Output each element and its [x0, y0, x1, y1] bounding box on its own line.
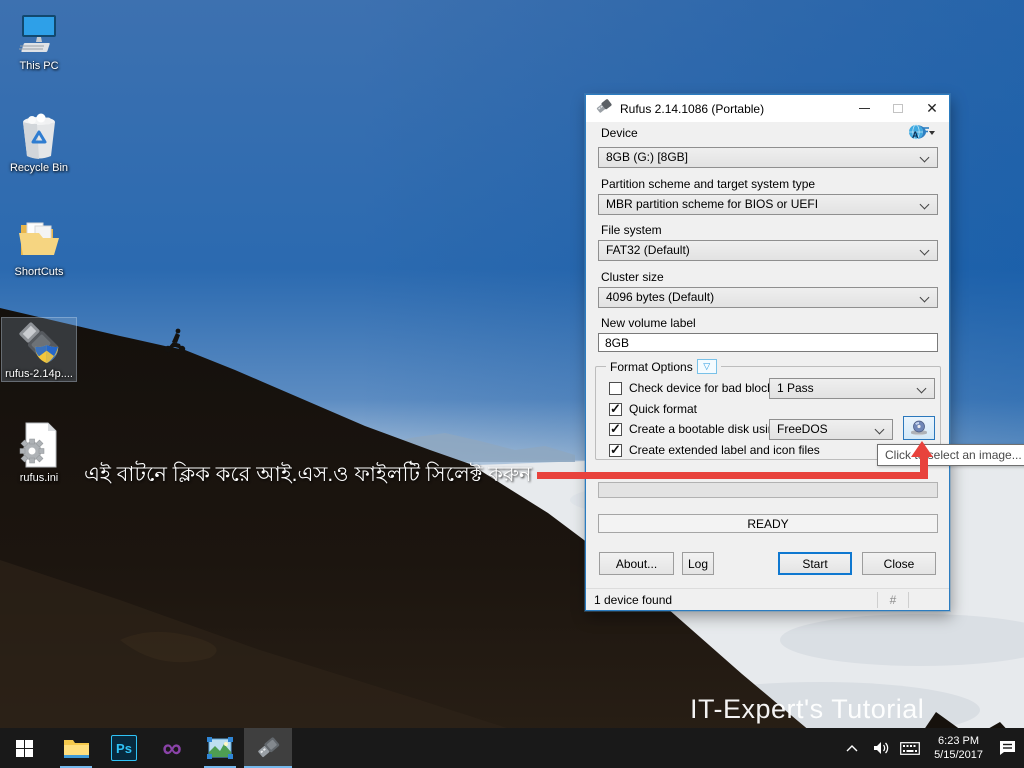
extended-label-row[interactable]: Create extended label and icon files [609, 443, 820, 457]
usb-drive-icon [15, 318, 63, 366]
status-message: 1 device found [586, 593, 877, 607]
partition-label: Partition scheme and target system type [601, 177, 815, 191]
volume-icon[interactable] [870, 728, 892, 768]
watermark-text: IT-Expert's Tutorial [690, 694, 924, 725]
desktop-icon-shortcuts[interactable]: ShortCuts [2, 216, 76, 279]
annotation-arrow-line [537, 472, 928, 479]
close-button[interactable]: Close [862, 552, 936, 575]
photoshop-icon: Ps [111, 735, 137, 761]
uac-shield-icon [35, 345, 58, 363]
quick-format-checkbox[interactable] [609, 403, 622, 416]
start-button[interactable]: Start [778, 552, 852, 575]
bootable-checkbox[interactable] [609, 423, 622, 436]
quick-format-row[interactable]: Quick format [609, 402, 697, 416]
file-explorer-icon [63, 736, 90, 760]
passes-select[interactable]: 1 Pass [769, 378, 935, 399]
tooltip: Click to select an image... [877, 444, 1024, 466]
tray-chevron-up-icon[interactable] [841, 728, 863, 768]
progress-bar [598, 482, 938, 498]
desktop-icon-label: rufus.ini [20, 472, 59, 485]
close-window-button[interactable]: ✕ [915, 95, 949, 122]
clock-date: 5/15/2017 [934, 748, 983, 762]
annotation-arrow-head [911, 441, 933, 457]
taskbar-photo-viewer[interactable] [196, 728, 244, 768]
extended-label-checkbox[interactable] [609, 444, 622, 457]
cluster-label: Cluster size [601, 270, 664, 284]
desktop-icon-label: This PC [19, 60, 58, 73]
recycle-bin-icon [15, 112, 63, 160]
windows-logo-icon [16, 740, 33, 757]
titlebar[interactable]: Rufus 2.14.1086 (Portable) ✕ [586, 95, 949, 122]
bootable-type-select[interactable]: FreeDOS [769, 419, 893, 440]
visual-studio-icon: ∞ [162, 735, 181, 761]
folder-icon [15, 216, 63, 264]
maximize-button[interactable] [881, 95, 915, 122]
taskbar-visual-studio[interactable]: ∞ [148, 728, 196, 768]
minimize-button[interactable] [847, 95, 881, 122]
language-icon[interactable]: A [907, 124, 935, 146]
collapse-triangle-icon[interactable]: ▽ [697, 359, 717, 374]
photo-viewer-icon [206, 736, 234, 760]
log-button[interactable]: Log [682, 552, 714, 575]
cluster-select[interactable]: 4096 bytes (Default) [598, 287, 938, 308]
taskbar: Ps ∞ [0, 728, 1024, 768]
desktop-screen: This PC Recycle Bin ShortCuts [0, 0, 1024, 768]
filesystem-label: File system [601, 223, 662, 237]
status-ready-bar: READY [598, 514, 938, 533]
filesystem-select[interactable]: FAT32 (Default) [598, 240, 938, 261]
volume-label-input[interactable] [598, 333, 938, 352]
rufus-taskbar-icon [255, 735, 281, 761]
bad-blocks-row[interactable]: Check device for bad blocks [609, 381, 779, 395]
volume-label: New volume label [601, 316, 696, 330]
optical-disk-icon [909, 420, 929, 436]
bootable-row[interactable]: Create a bootable disk using [609, 422, 781, 436]
desktop-icon-rufus-exe[interactable]: rufus-2.14p.... [2, 318, 76, 381]
desktop-icon-label: ShortCuts [15, 266, 64, 279]
rufus-app-icon [595, 99, 612, 119]
statusbar: 1 device found # [586, 588, 949, 610]
taskbar-rufus[interactable] [244, 728, 292, 768]
touch-keyboard-icon[interactable] [899, 728, 921, 768]
status-hash: # [878, 593, 908, 607]
settings-file-icon [15, 422, 63, 470]
taskbar-file-explorer[interactable] [52, 728, 100, 768]
format-options-legend[interactable]: Format Options ▽ [606, 359, 721, 374]
system-tray: 6:23 PM 5/15/2017 [841, 728, 1024, 768]
desktop-icon-label: rufus-2.14p.... [5, 368, 73, 381]
action-center-icon[interactable] [996, 728, 1018, 768]
select-image-button[interactable] [903, 416, 935, 440]
taskbar-clock[interactable]: 6:23 PM 5/15/2017 [928, 734, 989, 762]
start-menu-button[interactable] [0, 728, 48, 768]
desktop-icon-rufus-ini[interactable]: rufus.ini [2, 422, 76, 485]
this-pc-icon [15, 10, 63, 58]
rufus-window: Rufus 2.14.1086 (Portable) ✕ Device A 8G… [585, 94, 950, 611]
bad-blocks-checkbox[interactable] [609, 382, 622, 395]
partition-select[interactable]: MBR partition scheme for BIOS or UEFI [598, 194, 938, 215]
tutorial-caption: এই বাটনে ক্লিক করে আই.এস.ও ফাইলটি সিলেক্… [84, 458, 532, 493]
clock-time: 6:23 PM [938, 734, 979, 748]
device-label: Device [601, 126, 638, 140]
desktop-icon-label: Recycle Bin [10, 162, 68, 175]
about-button[interactable]: About... [599, 552, 674, 575]
svg-text:A: A [912, 130, 919, 140]
desktop-icon-this-pc[interactable]: This PC [2, 10, 76, 73]
taskbar-photoshop[interactable]: Ps [100, 728, 148, 768]
desktop-icon-recycle-bin[interactable]: Recycle Bin [2, 112, 76, 175]
device-select[interactable]: 8GB (G:) [8GB] [598, 147, 938, 168]
window-title: Rufus 2.14.1086 (Portable) [620, 102, 764, 116]
